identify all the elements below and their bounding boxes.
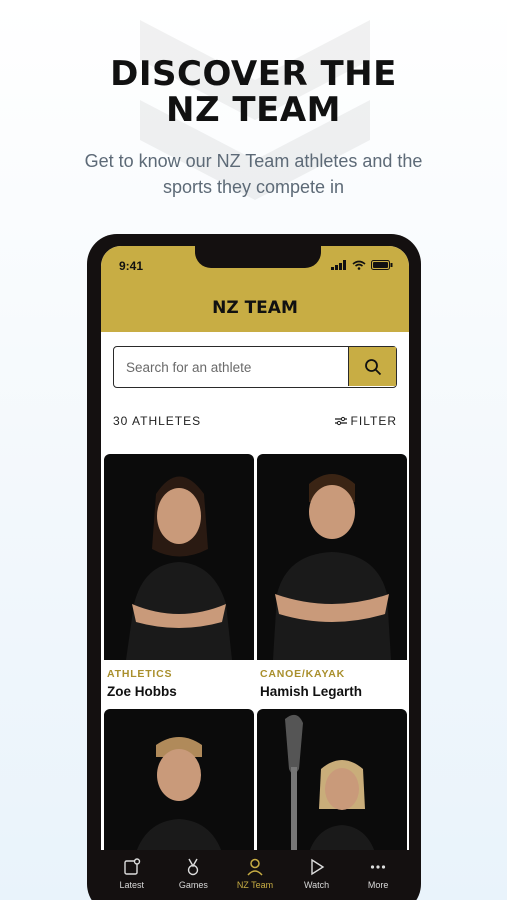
latest-icon [124, 858, 140, 875]
medal-icon [188, 858, 199, 876]
athlete-silhouette [126, 476, 232, 660]
athlete-name: Hamish Legarth [260, 684, 363, 699]
athlete-card[interactable]: ATHLETICS Zoe Hobbs [104, 454, 254, 699]
filter-icon [334, 416, 347, 426]
wifi-icon [352, 260, 366, 270]
athlete-photo [104, 709, 254, 859]
tab-watch[interactable]: Watch [288, 858, 346, 890]
headline-line-2: NZ TEAM [165, 90, 341, 130]
tab-label: NZ Team [236, 880, 274, 890]
phone-notch [195, 246, 321, 268]
search-icon [364, 358, 381, 375]
athlete-silhouette [273, 474, 391, 660]
athlete-silhouette [134, 737, 224, 859]
tab-label: Watch [303, 880, 330, 890]
battery-icon [371, 260, 393, 270]
athlete-photo [257, 709, 407, 859]
filter-label: FILTER [350, 414, 397, 428]
subhead-line-2: sports they compete in [162, 177, 345, 197]
status-icons [331, 260, 393, 270]
search-bar [113, 346, 397, 388]
athlete-card[interactable]: CANOE/KAYAK Hamish Legarth [257, 454, 407, 699]
athlete-grid: ATHLETICS Zoe Hobbs CANOE/KAYAK Hamish L… [104, 454, 407, 859]
tab-latest[interactable]: Latest [103, 858, 161, 890]
status-time: 9:41 [119, 259, 144, 273]
headline-line-1: DISCOVER THE [110, 54, 397, 94]
bottom-tab-bar: Latest Games NZ Team Watch More [101, 850, 409, 900]
phone-frame: 9:41 NZ TEAM Search for an athlete 30 AT… [87, 234, 421, 900]
athlete-sport: ATHLETICS [107, 668, 173, 680]
athlete-sport: CANOE/KAYAK [260, 668, 346, 680]
search-button[interactable] [348, 347, 396, 386]
athlete-silhouette [285, 714, 377, 859]
more-icon [371, 865, 386, 869]
athlete-card[interactable] [104, 709, 254, 859]
signal-icon [331, 260, 346, 270]
athlete-photo [257, 454, 407, 660]
results-row: 30 ATHLETES FILTER [113, 414, 397, 428]
tab-nz-team[interactable]: NZ Team [226, 858, 284, 890]
athlete-photo [104, 454, 254, 660]
filter-button[interactable]: FILTER [334, 414, 397, 428]
tab-more[interactable]: More [349, 858, 407, 890]
team-icon [247, 858, 263, 876]
athlete-count: 30 ATHLETES [113, 414, 202, 428]
athlete-card[interactable] [257, 709, 407, 859]
search-input[interactable] [114, 347, 348, 387]
promo-headline: DISCOVER THE NZ TEAM [0, 56, 507, 128]
athlete-name: Zoe Hobbs [107, 684, 177, 699]
phone-screen: 9:41 NZ TEAM Search for an athlete 30 AT… [101, 246, 409, 900]
tab-label: Latest [119, 880, 145, 890]
app-title: NZ TEAM [212, 298, 298, 318]
promo-subheading: Get to know our NZ Team athletes and the… [40, 148, 467, 200]
tab-games[interactable]: Games [164, 858, 222, 890]
tab-label: More [367, 880, 389, 890]
tab-label: Games [178, 880, 208, 890]
subhead-line-1: Get to know our NZ Team athletes and the [84, 151, 423, 171]
play-icon [310, 858, 324, 876]
